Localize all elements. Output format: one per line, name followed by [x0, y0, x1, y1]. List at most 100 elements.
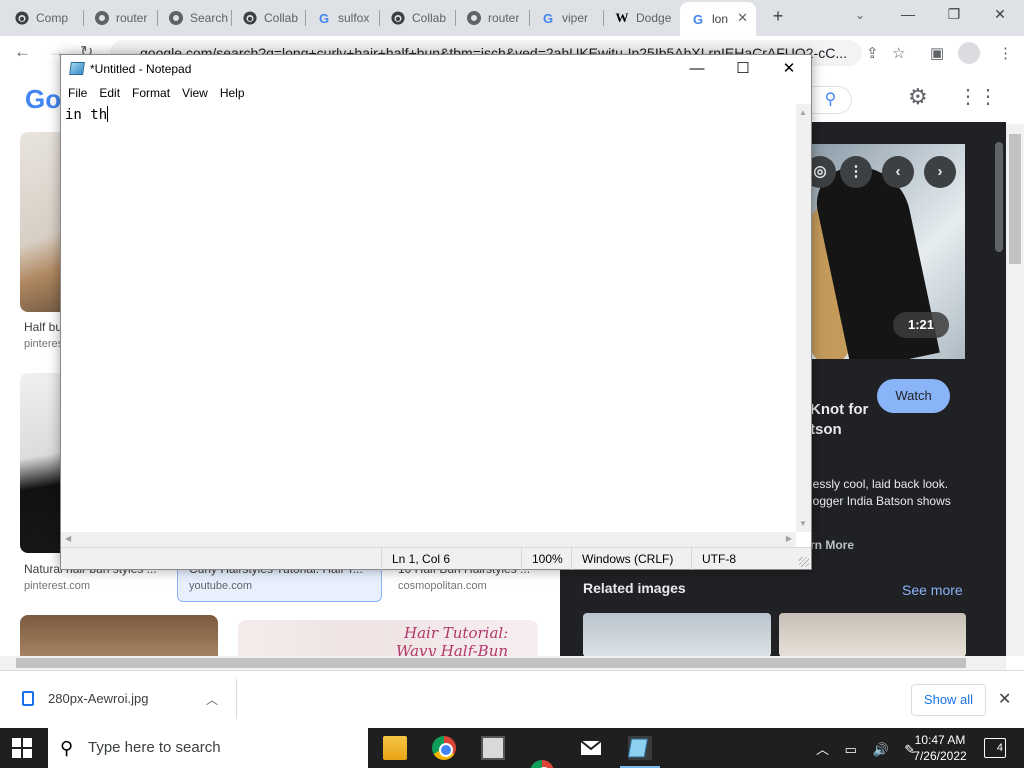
- tab-9[interactable]: W Dodge: [604, 4, 678, 32]
- kebab-menu-icon[interactable]: ⋮: [998, 44, 1013, 62]
- tab-label: Collab: [264, 11, 299, 25]
- preview-title[interactable]: Knot for tson: [810, 400, 868, 440]
- tab-1[interactable]: Comp: [4, 4, 84, 32]
- windows-taskbar: ⚲ Type here to search ︿ ▭ 🔊 ✎ 10:47 AM 7…: [0, 728, 1024, 768]
- menu-edit[interactable]: Edit: [98, 82, 126, 104]
- share-icon[interactable]: ⇪: [866, 44, 879, 62]
- notepad-close-icon[interactable]: ✕: [779, 59, 799, 79]
- status-zoom: 100%: [521, 548, 571, 570]
- close-download-bar-icon[interactable]: ✕: [998, 689, 1011, 709]
- profile-avatar-icon[interactable]: [958, 42, 980, 64]
- chevron-up-icon[interactable]: ︿: [206, 691, 218, 708]
- page-vertical-scrollbar[interactable]: [1006, 124, 1024, 656]
- notepad-maximize-icon[interactable]: ☐: [733, 59, 753, 79]
- related-images-heading: Related images: [583, 580, 686, 596]
- panel-scrollbar[interactable]: [992, 122, 1006, 656]
- scroll-down-arrow-icon[interactable]: ▼: [799, 519, 807, 528]
- side-panel-icon[interactable]: ▣: [930, 44, 944, 62]
- next-chevron-icon[interactable]: ›: [924, 156, 956, 188]
- scroll-up-arrow-icon[interactable]: ▲: [799, 108, 807, 117]
- file-explorer-icon[interactable]: [383, 736, 407, 760]
- learn-more-link[interactable]: rn More: [810, 538, 854, 552]
- google-icon: G: [318, 10, 330, 26]
- mail-envelope-icon[interactable]: [579, 736, 603, 760]
- chrome-icon[interactable]: [432, 736, 456, 760]
- preview-title-line-1: Knot for: [810, 401, 869, 418]
- tab-8[interactable]: G viper: [530, 4, 604, 32]
- text-caret: [107, 106, 109, 122]
- status-encoding: UTF-8: [691, 548, 801, 570]
- bookmark-star-icon[interactable]: ☆: [892, 44, 905, 62]
- search-icon: ⚲: [60, 738, 74, 758]
- windows-start-icon[interactable]: [12, 738, 32, 758]
- tab-10-active[interactable]: G lon ✕: [680, 2, 756, 36]
- google-logo[interactable]: Go: [25, 84, 61, 115]
- related-image-1[interactable]: [583, 613, 771, 656]
- close-window-icon[interactable]: ✕: [990, 6, 1010, 23]
- result-caption-1[interactable]: Half bu: [24, 320, 60, 334]
- more-options-icon[interactable]: ⋮: [840, 156, 872, 188]
- taskbar-clock[interactable]: 10:47 AM 7/26/2022: [905, 732, 975, 764]
- chrome-icon-2[interactable]: [530, 760, 554, 768]
- download-item[interactable]: 280px-Aewroi.jpg: [22, 691, 148, 706]
- preview-description: lessly cool, laid back look. logger Indi…: [810, 476, 951, 510]
- menu-format[interactable]: Format: [131, 82, 176, 104]
- tab-5[interactable]: G sulfox: [306, 4, 380, 32]
- result-image-6[interactable]: Hair Tutorial: Wavy Half-Bun: [238, 620, 538, 656]
- disk-app-icon[interactable]: [481, 736, 505, 760]
- page-vertical-scroll-thumb[interactable]: [1009, 134, 1021, 264]
- search-icon[interactable]: ⚲: [810, 86, 852, 114]
- circle-icon: [168, 10, 184, 26]
- tutorial-text-2: Wavy Half-Bun: [396, 642, 509, 656]
- page-horizontal-scrollbar[interactable]: [0, 656, 1006, 670]
- minimize-icon[interactable]: —: [898, 6, 918, 22]
- result-image-5[interactable]: [20, 615, 218, 656]
- notepad-text-area[interactable]: in th: [61, 104, 796, 532]
- close-tab-icon[interactable]: ✕: [737, 10, 748, 26]
- related-image-2[interactable]: [779, 613, 966, 656]
- notepad-title-bar[interactable]: *Untitled - Notepad — ☐ ✕: [61, 55, 811, 82]
- back-arrow-icon[interactable]: ←: [14, 42, 31, 62]
- github-icon: [390, 10, 406, 26]
- panel-scrollbar-thumb[interactable]: [995, 142, 1003, 252]
- apps-grid-icon[interactable]: ⋮⋮⋮: [958, 84, 1006, 109]
- tab-4[interactable]: Collab: [232, 4, 306, 32]
- notepad-menu-bar: File Edit Format View Help: [61, 82, 811, 104]
- tab-7[interactable]: router: [456, 4, 530, 32]
- scroll-left-arrow-icon[interactable]: ◀: [65, 534, 71, 543]
- resize-grip[interactable]: [799, 557, 809, 567]
- new-tab-button[interactable]: +: [768, 6, 788, 26]
- taskbar-search-placeholder: Type here to search: [88, 739, 221, 756]
- notepad-status-bar: Ln 1, Col 6 100% Windows (CRLF) UTF-8: [61, 547, 811, 570]
- tab-label: Collab: [412, 11, 447, 25]
- notepad-vertical-scrollbar[interactable]: ▲ ▼: [796, 104, 811, 532]
- tab-2[interactable]: router: [84, 4, 158, 32]
- tab-6[interactable]: Collab: [380, 4, 456, 32]
- notepad-minimize-icon[interactable]: —: [687, 59, 707, 79]
- menu-help[interactable]: Help: [219, 82, 251, 104]
- menu-file[interactable]: File: [67, 82, 93, 104]
- notification-center-icon[interactable]: 4: [984, 738, 1006, 758]
- tab-label: Dodge: [636, 11, 672, 25]
- preview-description-line-1: lessly cool, laid back look.: [810, 477, 949, 491]
- google-icon: G: [692, 11, 704, 27]
- preview-description-line-2: logger India Batson shows: [810, 494, 951, 508]
- see-more-link[interactable]: See more: [902, 582, 963, 598]
- previous-chevron-icon[interactable]: ‹: [882, 156, 914, 188]
- download-filename: 280px-Aewroi.jpg: [48, 691, 149, 706]
- watch-button[interactable]: Watch: [877, 379, 950, 413]
- taskbar-search-box[interactable]: ⚲ Type here to search: [48, 728, 368, 768]
- settings-gear-icon[interactable]: ⚙: [908, 84, 928, 110]
- tab-label: viper: [562, 11, 589, 25]
- tab-3[interactable]: Search: [158, 4, 232, 32]
- show-all-button[interactable]: Show all: [911, 684, 986, 716]
- menu-view[interactable]: View: [181, 82, 214, 104]
- scroll-right-arrow-icon[interactable]: ▶: [786, 534, 792, 543]
- tab-search-chevron-icon[interactable]: ⌄: [855, 8, 865, 22]
- notepad-horizontal-scrollbar[interactable]: ◀ ▶: [61, 532, 796, 547]
- page-horizontal-scroll-thumb[interactable]: [16, 658, 966, 668]
- restore-icon[interactable]: ❐: [944, 6, 964, 23]
- tab-label: Comp: [36, 11, 69, 25]
- github-icon: [14, 10, 30, 26]
- notepad-taskbar-icon[interactable]: [620, 736, 660, 768]
